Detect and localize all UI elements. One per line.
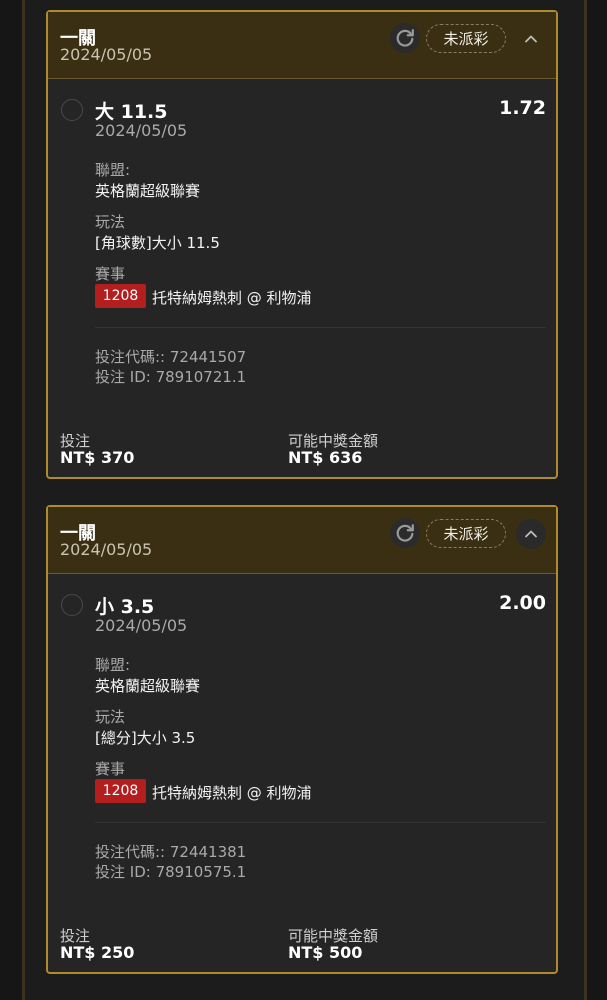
league-label: 聯盟:	[95, 656, 131, 674]
select-radio[interactable]	[61, 99, 83, 121]
divider	[95, 327, 546, 328]
event-number-badge: 1208	[95, 284, 146, 308]
refresh-button[interactable]	[390, 518, 420, 548]
market-value: [總分]大小 3.5	[95, 729, 196, 747]
chevron-up-icon	[525, 35, 537, 43]
status-badge: 未派彩	[426, 519, 506, 548]
league-value: 英格蘭超級聯賽	[95, 182, 201, 200]
select-radio[interactable]	[61, 594, 83, 616]
refresh-button[interactable]	[390, 23, 420, 53]
divider	[95, 822, 546, 823]
left-rail	[0, 0, 25, 1000]
event-label: 賽事	[95, 760, 126, 778]
payout-value: NT$ 636	[288, 448, 363, 467]
bet-header-date: 2024/05/05	[60, 540, 153, 559]
right-rail	[584, 0, 607, 1000]
event-name: 托特納姆熱刺 @ 利物浦	[152, 289, 312, 307]
payout-value: NT$ 500	[288, 943, 363, 962]
event-name: 托特納姆熱刺 @ 利物浦	[152, 784, 312, 802]
market-label: 玩法	[95, 213, 126, 231]
bet-card-body: 大 11.5 1.72 2024/05/05 聯盟: 英格蘭超級聯賽 玩法 [角…	[48, 79, 556, 478]
collapse-button[interactable]	[516, 519, 546, 549]
bet-card: 一關 2024/05/05 未派彩 小 3.5 2.00 2024/05/05 …	[46, 505, 558, 974]
league-value: 英格蘭超級聯賽	[95, 677, 201, 695]
league-label: 聯盟:	[95, 161, 131, 179]
market-value: [角球數]大小 11.5	[95, 234, 220, 252]
selection-name: 小 3.5	[95, 596, 155, 618]
market-label: 玩法	[95, 708, 126, 726]
bet-card: 一關 2024/05/05 未派彩 大 11.5 1.72 2024/05/05…	[46, 10, 558, 479]
bet-card-header[interactable]: 一關 2024/05/05 未派彩	[48, 507, 556, 574]
bet-id: 投注 ID: 78910575.1	[95, 863, 247, 881]
bet-id: 投注 ID: 78910721.1	[95, 368, 247, 386]
refresh-icon	[396, 29, 414, 47]
status-badge: 未派彩	[426, 24, 506, 53]
bet-list: 一關 2024/05/05 未派彩 大 11.5 1.72 2024/05/05…	[25, 0, 584, 1000]
bet-header-date: 2024/05/05	[60, 45, 153, 64]
bet-card-header[interactable]: 一關 2024/05/05 未派彩	[48, 12, 556, 79]
bet-card-body: 小 3.5 2.00 2024/05/05 聯盟: 英格蘭超級聯賽 玩法 [總分…	[48, 574, 556, 973]
collapse-button[interactable]	[516, 24, 546, 54]
selection-date: 2024/05/05	[95, 616, 188, 635]
bet-code: 投注代碼:: 72441507	[95, 348, 247, 366]
odds-value: 2.00	[499, 592, 546, 614]
stake-value: NT$ 250	[60, 943, 135, 962]
stake-value: NT$ 370	[60, 448, 135, 467]
chevron-up-icon	[525, 530, 537, 538]
event-label: 賽事	[95, 265, 126, 283]
event-number-badge: 1208	[95, 779, 146, 803]
bet-code: 投注代碼:: 72441381	[95, 843, 247, 861]
selection-name: 大 11.5	[95, 101, 168, 123]
selection-date: 2024/05/05	[95, 121, 188, 140]
refresh-icon	[396, 524, 414, 542]
odds-value: 1.72	[499, 97, 546, 119]
